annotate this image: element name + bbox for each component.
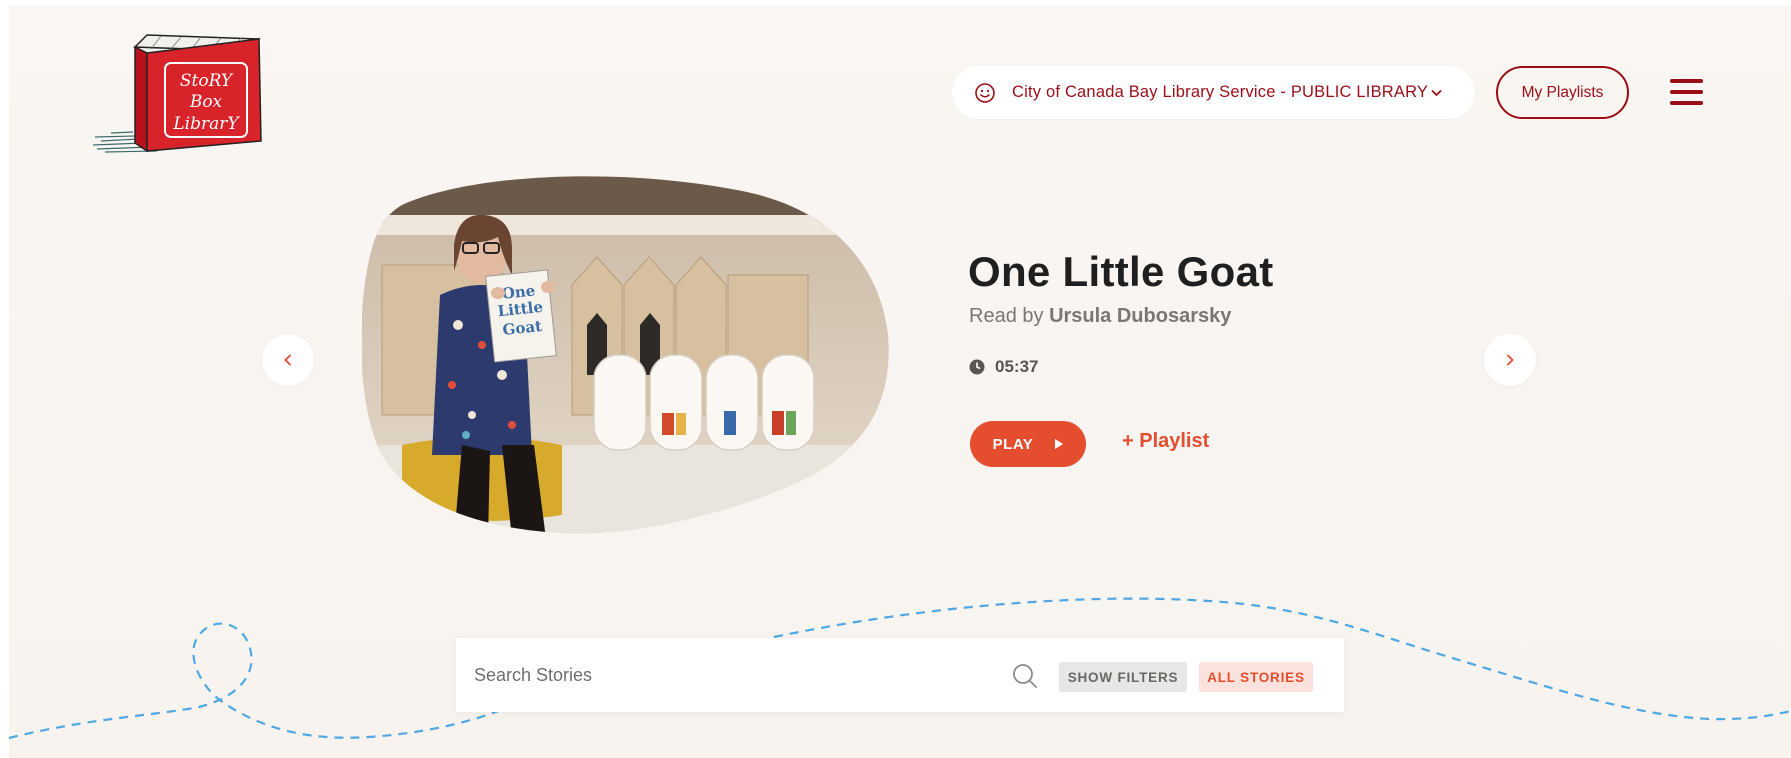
next-story-button[interactable]: [1484, 334, 1536, 386]
reader-name[interactable]: Ursula Dubosarsky: [1049, 305, 1231, 327]
logo-line-1: StoRY: [180, 71, 234, 91]
add-to-playlist-button[interactable]: + Playlist: [1122, 430, 1209, 453]
read-by-prefix: Read by: [969, 305, 1044, 327]
story-duration: 05:37: [969, 357, 1038, 377]
search-input[interactable]: [456, 638, 996, 712]
play-button[interactable]: PLAY: [970, 421, 1086, 467]
play-triangle-icon: [1055, 439, 1064, 449]
story-hero-image[interactable]: One Little Goat: [362, 175, 890, 539]
read-by-line: Read by Ursula Dubosarsky: [969, 305, 1231, 328]
story-title: One Little Goat: [968, 248, 1274, 295]
logo-line-2: Box: [189, 92, 223, 112]
library-name: City of Canada Bay Library Service - PUB…: [1012, 83, 1429, 101]
chevron-right-icon: [1506, 354, 1514, 366]
chevron-left-icon: [284, 354, 292, 366]
show-filters-button[interactable]: SHOW FILTERS: [1059, 662, 1187, 692]
play-label: PLAY: [992, 435, 1034, 453]
library-selector[interactable]: City of Canada Bay Library Service - PUB…: [952, 66, 1475, 119]
search-icon[interactable]: [1011, 662, 1039, 690]
my-playlists-button[interactable]: My Playlists: [1496, 66, 1629, 119]
search-bar: SHOW FILTERS ALL STORIES: [456, 638, 1344, 712]
smiley-icon: [975, 82, 995, 103]
logo-line-3: LibrarY: [172, 114, 240, 134]
clock-icon: [969, 359, 985, 375]
all-stories-button[interactable]: ALL STORIES: [1199, 662, 1313, 692]
page: StoRY Box LibrarY City of Canada Bay Lib…: [9, 5, 1791, 758]
prev-story-button[interactable]: [262, 334, 314, 386]
chevron-down-icon: [1431, 89, 1442, 96]
story-box-library-logo[interactable]: StoRY Box LibrarY: [91, 33, 263, 155]
hamburger-menu-icon[interactable]: [1670, 79, 1703, 109]
duration-text: 05:37: [995, 357, 1039, 376]
